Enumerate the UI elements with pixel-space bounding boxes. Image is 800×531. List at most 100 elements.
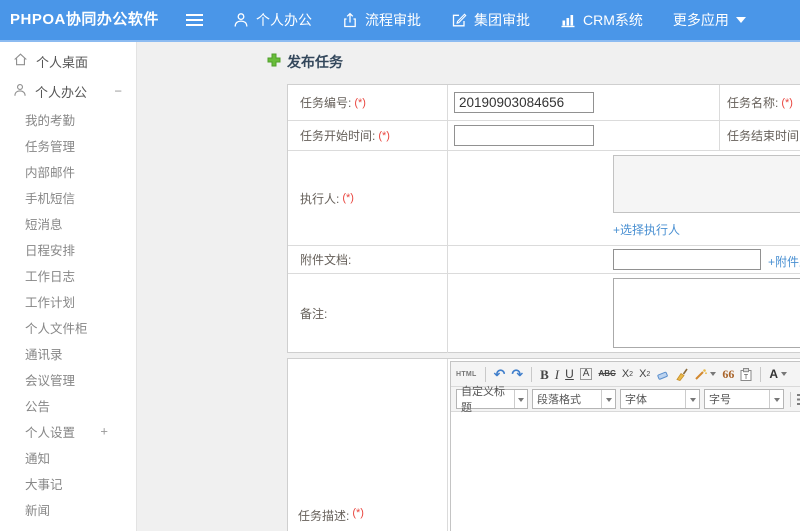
table-row: 任务开始时间: (*) 任务结束时间: (*) xyxy=(288,121,800,151)
sup-mark: 2 xyxy=(629,370,634,378)
subscript-button[interactable]: X2 xyxy=(639,367,651,380)
task-name-label: 任务名称: (*) xyxy=(720,85,800,120)
sidebar-item-notification[interactable]: 通知 xyxy=(0,444,136,470)
chevron-down-icon xyxy=(769,390,783,408)
sidebar-item-meeting-management[interactable]: 会议管理 xyxy=(0,366,136,392)
superscript-button[interactable]: X2 xyxy=(622,368,634,380)
sidebar-item-label: 短消息 xyxy=(25,217,63,232)
person-icon xyxy=(233,12,249,28)
sidebar-item-work-plan[interactable]: 工作计划 xyxy=(0,288,136,314)
font-color-button[interactable]: A xyxy=(769,368,787,380)
undo-icon[interactable]: ↶ xyxy=(494,367,506,381)
nav-item-crm-system[interactable]: CRM系统 xyxy=(560,10,643,30)
description-editor-cell: HTML ↶ ↷ B I U A ABC X2 X 2 66 T A 自定义标题… xyxy=(448,359,800,531)
redo-icon[interactable]: ↷ xyxy=(511,367,523,381)
sidebar-item-personal-office[interactable]: 个人办公 − xyxy=(0,76,136,106)
html-source-button[interactable]: HTML xyxy=(456,371,477,378)
bold-button[interactable]: B xyxy=(540,368,549,381)
editor-content-area[interactable] xyxy=(451,412,800,531)
edit-square-icon xyxy=(451,12,467,28)
nav-item-personal-office[interactable]: 个人办公 xyxy=(233,10,312,30)
executor-textarea[interactable] xyxy=(613,155,800,213)
font-size-select[interactable]: 字号 xyxy=(704,389,784,409)
font-family-select[interactable]: 字体 xyxy=(620,389,700,409)
eraser-icon[interactable] xyxy=(656,368,669,381)
autotypeset-wand-icon[interactable] xyxy=(694,368,717,381)
sidebar-item-announcement[interactable]: 公告 xyxy=(0,392,136,418)
nav-item-group-approval[interactable]: 集团审批 xyxy=(451,10,530,30)
font-border-button[interactable]: A xyxy=(579,368,593,380)
attachment-input[interactable] xyxy=(613,249,761,270)
sidebar-item-news[interactable]: 新闻 xyxy=(0,496,136,522)
topbar: PHPOA协同办公软件 个人办公 流程审批 集团审批 CRM系统 更多应用 xyxy=(0,0,800,42)
strikethrough-button[interactable]: ABC xyxy=(598,370,615,378)
add-plus-icon xyxy=(267,53,281,72)
task-description-table: 任务描述: (*) HTML ↶ ↷ B I U A ABC X 2 X 2 6… xyxy=(287,358,800,531)
remark-textarea[interactable] xyxy=(613,278,800,348)
sub-mark: 2 xyxy=(646,370,651,378)
sidebar-item-milestones[interactable]: 大事记 xyxy=(0,470,136,496)
paste-icon[interactable]: T xyxy=(740,367,752,381)
required-mark: (*) xyxy=(354,96,366,109)
app-logo[interactable]: PHPOA协同办公软件 xyxy=(10,0,159,40)
underline-button[interactable]: U xyxy=(565,368,574,380)
toolbar-separator xyxy=(531,366,533,382)
sidebar-item-label: 手机短信 xyxy=(25,191,76,206)
chevron-down-icon xyxy=(735,17,746,28)
sidebar-item-personal-files[interactable]: 个人文件柜 xyxy=(0,314,136,340)
executor-cell: +选择执行人 提醒执行人: ✓ 短消息提示 xyxy=(448,151,800,314)
nav-item-more-apps[interactable]: 更多应用 xyxy=(673,10,746,30)
sidebar-item-schedule[interactable]: 日程安排 xyxy=(0,236,136,262)
sidebar-item-work-diary[interactable]: 工作日志 xyxy=(0,262,136,288)
sidebar-item-label: 工作日志 xyxy=(25,269,76,284)
select-executor-link[interactable]: +选择执行人 xyxy=(613,221,680,238)
paragraph-format-select[interactable]: 段落格式 xyxy=(532,389,616,409)
table-row: 任务编号: (*) 任务名称: (*) xyxy=(288,85,800,121)
chevron-down-icon xyxy=(601,390,615,408)
sidebar-item-short-message[interactable]: 短消息 xyxy=(0,210,136,236)
field-label: 任务描述: xyxy=(298,509,350,523)
sidebar-item-personal-desktop[interactable]: 个人桌面 xyxy=(0,46,136,76)
collapse-minus-icon[interactable]: − xyxy=(114,84,122,99)
app-window: PHPOA协同办公软件 个人办公 流程审批 集团审批 CRM系统 更多应用 个人… xyxy=(0,0,800,531)
blockquote-button[interactable]: 66 xyxy=(722,368,734,380)
sidebar-item-label: 公告 xyxy=(25,399,51,414)
toolbar-separator xyxy=(484,366,486,382)
sidebar-item-internal-mail[interactable]: 内部邮件 xyxy=(0,158,136,184)
flow-approval-icon xyxy=(342,12,358,28)
custom-title-select[interactable]: 自定义标题 xyxy=(456,386,528,414)
sidebar-item-label: 通知 xyxy=(25,451,51,466)
format-brush-icon[interactable] xyxy=(675,368,688,381)
sidebar-item-label: 新闻 xyxy=(25,503,51,518)
editor-toolbar-row2: 自定义标题 段落格式 字体 字号 xyxy=(451,386,800,414)
field-label: 备注: xyxy=(300,307,328,321)
sidebar-item-my-attendance[interactable]: 我的考勤 xyxy=(0,106,136,132)
remark-cell xyxy=(448,274,800,353)
sidebar-item-contacts[interactable]: 通讯录 xyxy=(0,340,136,366)
attachment-upload-link[interactable]: +附件上传 xyxy=(768,253,800,270)
sub-base: X xyxy=(639,367,647,380)
sidebar-item-mobile-sms[interactable]: 手机短信 xyxy=(0,184,136,210)
task-number-input[interactable] xyxy=(454,92,594,113)
sidebar-item-label: 任务管理 xyxy=(25,139,76,154)
sidebar-item-personal-settings[interactable]: 个人设置 + xyxy=(0,418,136,444)
table-row: 备注: xyxy=(288,274,800,353)
sidebar-item-label: 会议管理 xyxy=(25,373,76,388)
italic-button[interactable]: I xyxy=(555,368,559,381)
toolbar-separator xyxy=(790,391,791,407)
attachment-label: 附件文档: xyxy=(288,246,448,273)
sidebar-item-label: 日程安排 xyxy=(25,243,76,258)
chevron-down-icon xyxy=(710,372,717,379)
select-value: 字号 xyxy=(709,394,731,406)
start-time-input[interactable] xyxy=(454,125,594,146)
nav-label: 流程审批 xyxy=(365,12,421,28)
sidebar-item-task-management[interactable]: 任务管理 xyxy=(0,132,136,158)
expand-plus-icon[interactable]: + xyxy=(100,424,108,439)
rich-text-editor: HTML ↶ ↷ B I U A ABC X2 X 2 66 T A 自定义标题… xyxy=(450,361,800,531)
task-number-cell xyxy=(448,85,720,120)
select-value: 字体 xyxy=(625,394,647,406)
menu-toggle-button[interactable] xyxy=(186,13,203,27)
start-time-cell xyxy=(448,121,720,150)
sidebar-item-label: 内部邮件 xyxy=(25,165,76,180)
nav-item-workflow-approval[interactable]: 流程审批 xyxy=(342,10,421,30)
